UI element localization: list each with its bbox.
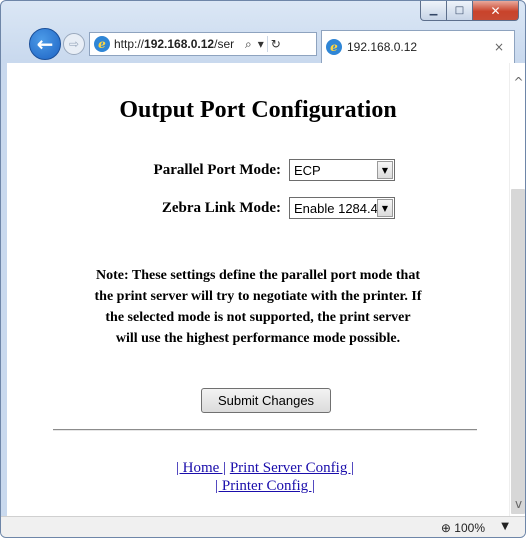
page-content: Output Port Configuration Parallel Port …: [7, 63, 509, 516]
navigation-bar: ← ⇨ e http://192.168.0.12/ser ⌕ ▾ ↻ e 19…: [1, 22, 525, 63]
search-icon[interactable]: ⌕: [245, 37, 252, 52]
note-line: will use the highest performance mode po…: [115, 331, 401, 346]
note-line: the selected mode is not supported, the …: [105, 310, 411, 325]
url-prefix: http://: [114, 37, 145, 51]
chevron-down-icon: ▼: [377, 199, 393, 217]
url-suffix: /ser: [214, 37, 235, 51]
scroll-thumb[interactable]: [511, 189, 525, 514]
scroll-down-icon[interactable]: v: [510, 495, 525, 513]
zoom-value: 100%: [454, 521, 485, 535]
print-server-config-link[interactable]: Print Server Config |: [230, 460, 354, 476]
tab-close-icon[interactable]: ×: [494, 40, 504, 54]
zoom-level[interactable]: ⊕ 100%: [441, 521, 485, 535]
parallel-port-label: Parallel Port Mode:: [153, 162, 281, 178]
chevron-down-icon: ▼: [377, 161, 393, 179]
address-separator: [266, 36, 268, 52]
tab-title: 192.168.0.12: [347, 40, 418, 54]
window-caption-buttons: ▁ □ ✕: [420, 1, 519, 21]
zoom-icon: ⊕: [440, 521, 451, 535]
maximize-button[interactable]: □: [447, 1, 473, 21]
close-icon: ✕: [490, 3, 501, 18]
refresh-icon[interactable]: ↻: [271, 37, 281, 51]
divider: [53, 429, 477, 431]
tab-ie-icon: e: [326, 39, 342, 55]
home-link[interactable]: | Home |: [176, 460, 226, 476]
submit-changes-button[interactable]: Submit Changes: [201, 388, 331, 413]
parallel-port-row: Parallel Port Mode: ECP ▼: [7, 159, 509, 183]
url-host: 192.168.0.12: [144, 37, 215, 51]
ie-page-icon: e: [94, 36, 110, 52]
zoom-dropdown-icon[interactable]: ▼: [501, 521, 509, 532]
address-bar[interactable]: e http://192.168.0.12/ser ⌕ ▾ ↻: [89, 32, 317, 56]
maximize-icon: □: [454, 5, 465, 16]
back-button[interactable]: ←: [29, 28, 61, 60]
forward-arrow-icon: ⇨: [68, 37, 80, 51]
footer-links: | Home | Print Server Config | | Printer…: [7, 459, 509, 495]
back-arrow-icon: ←: [36, 32, 54, 56]
minimize-button[interactable]: ▁: [420, 1, 447, 21]
status-bar: ⊕ 100% ▼: [1, 516, 525, 537]
close-button[interactable]: ✕: [473, 1, 519, 21]
printer-config-link[interactable]: | Printer Config |: [215, 478, 315, 494]
scroll-up-icon[interactable]: ^: [510, 73, 525, 91]
note-text: Note: These settings define the parallel…: [47, 265, 469, 349]
tab-active[interactable]: e 192.168.0.12 ×: [321, 30, 515, 63]
address-dropdown-icon[interactable]: ▾: [258, 37, 264, 51]
vertical-scrollbar[interactable]: ^ v: [509, 63, 525, 516]
minimize-icon: ▁: [429, 5, 438, 16]
forward-button[interactable]: ⇨: [63, 33, 85, 55]
zebra-link-select[interactable]: Enable 1284.4 ▼: [289, 197, 395, 219]
note-line: the print server will try to negotiate w…: [94, 289, 422, 304]
page-title: Output Port Configuration: [119, 97, 397, 123]
zebra-link-label: Zebra Link Mode:: [161, 200, 281, 216]
browser-window: ▁ □ ✕ ← ⇨ e http://192.168.0.12/ser ⌕ ▾ …: [0, 0, 526, 538]
note-line: Note: These settings define the parallel…: [95, 268, 421, 283]
url-text[interactable]: http://192.168.0.12/ser: [114, 37, 242, 51]
parallel-port-select[interactable]: ECP ▼: [289, 159, 395, 181]
zebra-link-value: Enable 1284.4: [294, 200, 377, 216]
parallel-port-value: ECP: [294, 162, 321, 178]
zebra-link-row: Zebra Link Mode: Enable 1284.4 ▼: [7, 197, 509, 221]
